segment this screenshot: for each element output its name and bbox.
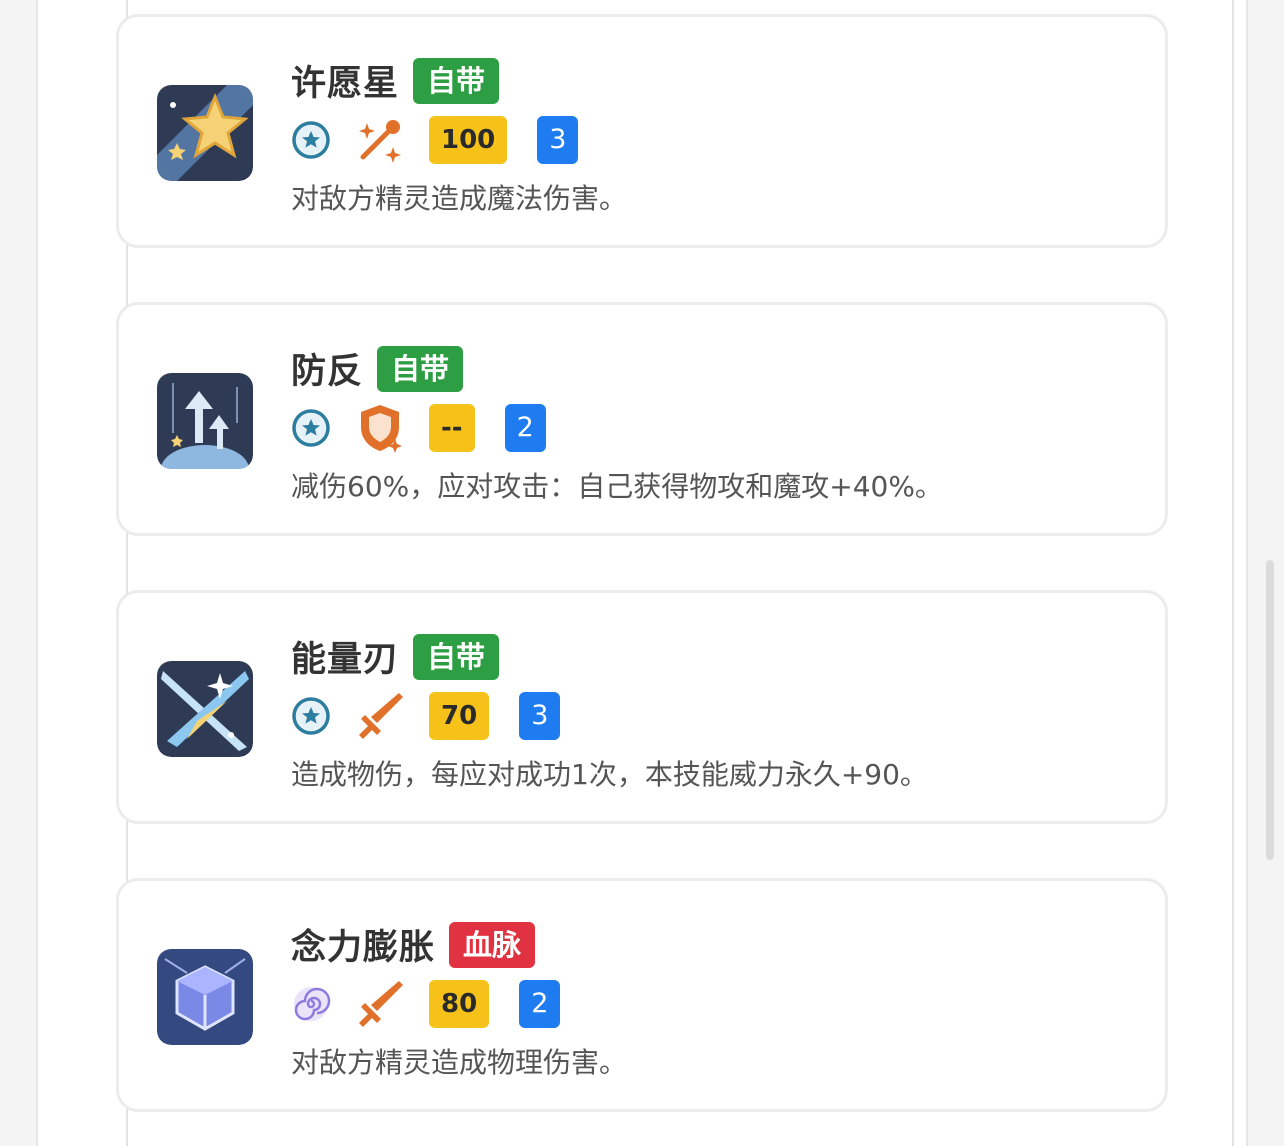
skill-description: 减伤60%，应对攻击：自己获得物攻和魔攻+40%。 xyxy=(291,470,943,503)
sword-icon xyxy=(359,693,403,739)
skill-card[interactable]: 防反 自带 -- 2 减伤60%，应对攻击：自己获得物攻和魔攻+40%。 xyxy=(116,302,1168,536)
tag-badge: 自带 xyxy=(413,57,500,104)
star-circle-icon xyxy=(292,409,330,447)
sword-icon xyxy=(359,981,403,1027)
skill-description: 对敌方精灵造成物理伤害。 xyxy=(291,1046,628,1079)
cost-badge: 100 xyxy=(429,116,508,164)
psychic-swirl-icon xyxy=(294,987,331,1021)
wish-star-icon xyxy=(157,85,253,181)
psychic-cube-icon xyxy=(157,949,253,1045)
skill-name: 念力膨胀 xyxy=(291,928,436,968)
star-circle-icon xyxy=(292,121,330,159)
pp-badge: 2 xyxy=(504,404,546,452)
star-circle-icon xyxy=(292,697,330,735)
skill-card[interactable]: 能量刃 自带 70 3 造成物伤，每应对成功1次，本技能威力永久+90。 xyxy=(116,590,1168,824)
tag-badge: 自带 xyxy=(413,633,500,680)
skill-name: 防反 xyxy=(291,352,364,392)
skill-card[interactable]: 念力膨胀 血脉 80 2 对敌方精灵造成物理伤害。 xyxy=(116,878,1168,1112)
pp-badge: 2 xyxy=(519,980,561,1028)
pp-badge: 3 xyxy=(537,116,579,164)
cost-badge: 80 xyxy=(429,980,490,1028)
pp-badge: 3 xyxy=(519,692,561,740)
counter-arrows-icon xyxy=(157,373,253,469)
magic-sparkle-icon xyxy=(359,120,401,163)
cost-badge: -- xyxy=(429,404,475,452)
scrollbar-thumb[interactable] xyxy=(1266,560,1274,860)
tag-badge: 自带 xyxy=(377,345,464,392)
shield-icon xyxy=(361,405,402,453)
cost-badge: 70 xyxy=(429,692,490,740)
energy-blade-icon xyxy=(157,661,253,757)
skill-name: 许愿星 xyxy=(291,64,400,104)
skill-name: 能量刃 xyxy=(291,640,400,680)
skill-description: 对敌方精灵造成魔法伤害。 xyxy=(291,182,628,215)
skill-card[interactable]: 许愿星 自带 100 3 对敌方精灵造成魔法伤害。 xyxy=(116,14,1168,248)
skill-description: 造成物伤，每应对成功1次，本技能威力永久+90。 xyxy=(291,758,928,791)
tag-badge: 血脉 xyxy=(449,921,536,968)
